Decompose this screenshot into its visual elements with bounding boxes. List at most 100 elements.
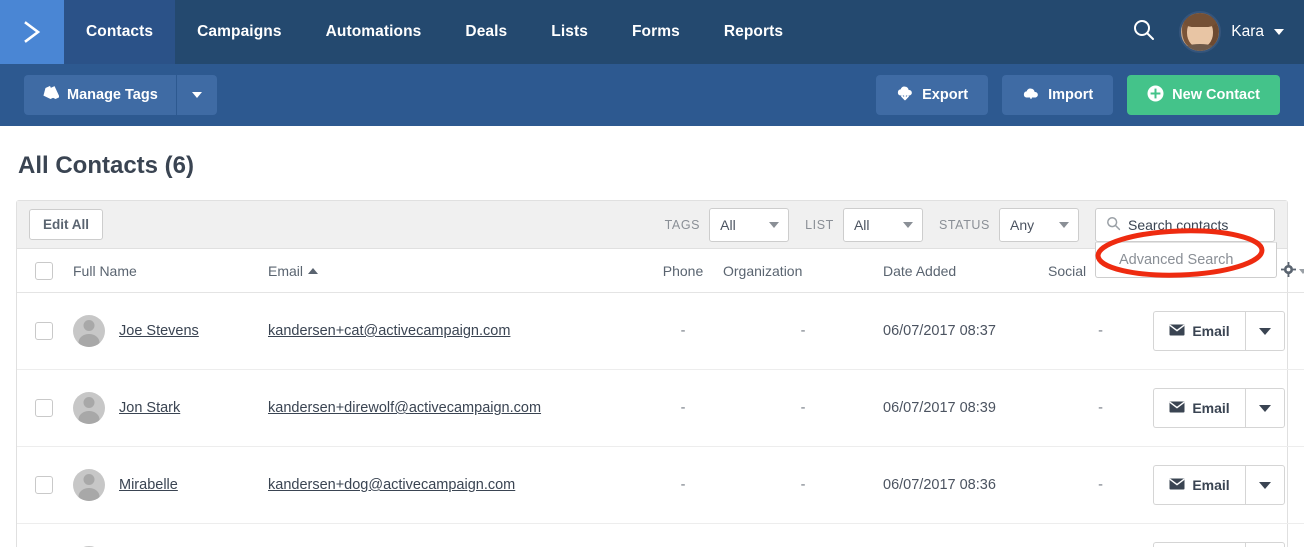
contact-organization: - xyxy=(723,524,883,547)
top-navigation-bar: Contacts Campaigns Automations Deals Lis… xyxy=(0,0,1304,64)
manage-tags-label: Manage Tags xyxy=(67,87,158,103)
caret-down-icon xyxy=(191,92,202,98)
contact-phone: - xyxy=(643,446,723,524)
tags-filter-select[interactable]: All xyxy=(709,207,790,242)
contact-date-added: 05/08/2017 15:22 xyxy=(883,524,1048,547)
manage-tags-dropdown-button[interactable] xyxy=(176,75,217,115)
nav-item-automations[interactable]: Automations xyxy=(304,0,444,64)
nav-item-reports[interactable]: Reports xyxy=(702,0,805,64)
email-contact-button[interactable]: Email xyxy=(1153,465,1245,505)
global-search-button[interactable] xyxy=(1127,13,1161,52)
list-filter-value: All xyxy=(853,216,870,233)
select-all-header xyxy=(17,249,73,293)
contact-organization: - xyxy=(723,292,883,370)
user-menu[interactable]: Kara xyxy=(1179,11,1284,53)
toolbar-right-buttons: Export Import New Contact xyxy=(876,75,1280,115)
search-contacts-box[interactable]: Advanced Search xyxy=(1095,207,1277,278)
contact-social: - xyxy=(1048,446,1153,524)
row-actions-dropdown-button[interactable] xyxy=(1245,465,1285,505)
new-contact-label: New Contact xyxy=(1172,87,1260,103)
tags-filter-label: TAGS xyxy=(664,217,701,232)
chevron-right-logo-icon xyxy=(17,17,47,47)
caret-down-icon xyxy=(1259,404,1271,412)
contact-social: - xyxy=(1048,292,1153,370)
gear-icon[interactable] xyxy=(1281,262,1296,280)
app-logo[interactable] xyxy=(0,0,64,64)
nav-item-label: Contacts xyxy=(86,23,154,40)
email-contact-button[interactable]: Email xyxy=(1153,542,1245,547)
list-filter-label: LIST xyxy=(805,217,834,232)
contacts-table: Full Name Email Phone Organization Date … xyxy=(17,249,1304,547)
search-input[interactable] xyxy=(1128,216,1264,233)
contact-email-link[interactable]: kandersen+dog@activecampaign.com xyxy=(268,477,515,493)
contact-organization: - xyxy=(723,446,883,524)
column-header-full-name[interactable]: Full Name xyxy=(73,249,268,293)
contact-name-link[interactable]: Mirabelle xyxy=(119,477,178,493)
status-filter-value: Any xyxy=(1010,216,1035,233)
nav-item-label: Forms xyxy=(631,23,680,40)
nav-item-label: Campaigns xyxy=(197,23,282,40)
email-contact-button[interactable]: Email xyxy=(1153,311,1245,351)
contact-date-added: 06/07/2017 08:37 xyxy=(883,292,1048,370)
column-header-email[interactable]: Email xyxy=(268,249,643,293)
status-filter-label: STATUS xyxy=(938,217,990,232)
contact-phone: - xyxy=(643,369,723,447)
status-filter-select[interactable]: Any xyxy=(999,207,1079,242)
contact-phone: - xyxy=(643,524,723,547)
row-action-group: Email xyxy=(1153,542,1304,547)
contact-social: - xyxy=(1048,369,1153,447)
import-button[interactable]: Import xyxy=(1002,75,1114,115)
caret-down-icon xyxy=(1059,221,1069,228)
manage-tags-button[interactable]: Manage Tags xyxy=(24,75,177,115)
nav-item-label: Reports xyxy=(723,23,784,40)
contact-name-link[interactable]: Joe Stevens xyxy=(119,323,199,339)
row-checkbox[interactable] xyxy=(35,476,53,494)
row-actions-dropdown-button[interactable] xyxy=(1245,542,1285,547)
row-checkbox[interactable] xyxy=(35,322,53,340)
email-contact-button[interactable]: Email xyxy=(1153,388,1245,428)
export-button[interactable]: Export xyxy=(876,75,989,115)
contact-avatar xyxy=(73,392,105,424)
row-action-group: Email xyxy=(1153,388,1304,428)
nav-item-deals[interactable]: Deals xyxy=(443,0,529,64)
export-label: Export xyxy=(922,87,969,103)
contact-date-added: 06/07/2017 08:36 xyxy=(883,446,1048,524)
main-content: All Contacts (6) Edit All TAGS All LIST … xyxy=(0,126,1304,547)
column-header-date-added[interactable]: Date Added xyxy=(883,249,1048,293)
list-filter-select[interactable]: All xyxy=(842,207,923,242)
column-header-phone[interactable]: Phone xyxy=(643,249,723,293)
row-actions-dropdown-button[interactable] xyxy=(1245,388,1285,428)
cloud-download-icon xyxy=(896,85,914,105)
nav-item-lists[interactable]: Lists xyxy=(529,0,610,64)
contact-social: - xyxy=(1048,524,1153,547)
caret-down-icon xyxy=(1259,481,1271,489)
search-icon xyxy=(1106,216,1121,234)
contact-avatar xyxy=(73,315,105,347)
contact-email-link[interactable]: kandersen+direwolf@activecampaign.com xyxy=(268,400,541,416)
caret-down-icon xyxy=(1259,327,1271,335)
envelope-icon xyxy=(1169,323,1185,339)
row-actions-dropdown-button[interactable] xyxy=(1245,311,1285,351)
edit-all-button[interactable]: Edit All xyxy=(29,209,103,240)
caret-down-icon[interactable] xyxy=(1299,268,1304,274)
new-contact-button[interactable]: New Contact xyxy=(1127,75,1280,115)
filter-controls: TAGS All LIST All STATUS Any Search cont… xyxy=(664,207,1277,278)
row-checkbox[interactable] xyxy=(35,399,53,417)
nav-item-contacts[interactable]: Contacts xyxy=(64,0,176,64)
select-all-checkbox[interactable] xyxy=(35,262,53,280)
column-header-organization[interactable]: Organization xyxy=(723,249,883,293)
column-label: Organization xyxy=(723,263,803,279)
contact-email-link[interactable]: kandersen+cat@activecampaign.com xyxy=(268,323,510,339)
table-row: June Bug kandersen+rat@activecampaign.co… xyxy=(17,524,1304,547)
contact-organization: - xyxy=(723,369,883,447)
nav-item-campaigns[interactable]: Campaigns xyxy=(175,0,303,64)
search-icon xyxy=(1131,17,1157,48)
table-row: Mirabelle kandersen+dog@activecampaign.c… xyxy=(17,446,1304,524)
contact-avatar xyxy=(73,469,105,501)
table-row: Joe Stevens kandersen+cat@activecampaign… xyxy=(17,292,1304,370)
advanced-search-option[interactable]: Advanced Search xyxy=(1095,241,1277,278)
nav-item-label: Lists xyxy=(551,23,588,40)
contact-name-link[interactable]: Jon Stark xyxy=(119,400,180,416)
nav-item-forms[interactable]: Forms xyxy=(610,0,702,64)
contact-date-added: 06/07/2017 08:39 xyxy=(883,369,1048,447)
